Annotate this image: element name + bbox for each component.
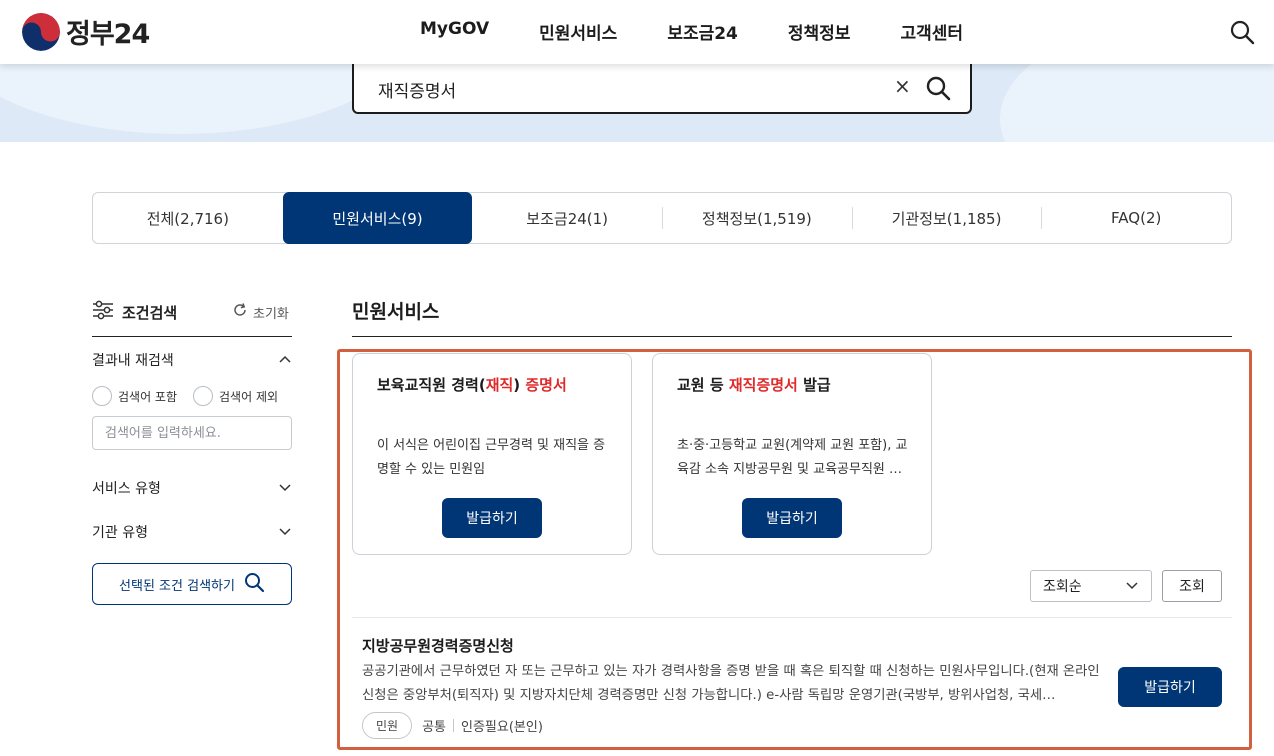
radio-exclude-circle[interactable] [193,386,214,406]
filter-sliders-icon [92,300,114,324]
apply-filter-button[interactable]: 선택된 조건 검색하기 [92,563,292,605]
site-logo[interactable]: 정부24 [22,12,150,51]
nav-policy-info[interactable]: 정책정보 [788,19,851,44]
main-nav: MyGOV 민원서비스 보조금24 정책정보 고객센터 [420,19,963,44]
filter-title: 조건검색 [92,300,177,324]
tab-subsidy24[interactable]: 보조금24(1) [472,193,662,243]
nav-mygov[interactable]: MyGOV [420,19,489,44]
radio-include-label: 검색어 포함 [118,389,178,404]
clear-icon[interactable]: × [894,74,911,98]
agency-type-toggle[interactable]: 기관 유형 [92,522,292,542]
section-divider [352,336,1232,337]
section-title: 민원서비스 [352,301,440,323]
chevron-up-icon [278,352,292,368]
reset-button[interactable]: 초기화 [232,302,289,322]
search-icon [243,571,265,597]
hero-decoration [1000,64,1274,142]
result-tabs: 전체(2,716) 민원서비스(9) 보조금24(1) 정책정보(1,519) … [92,192,1232,244]
nav-customer-center[interactable]: 고객센터 [900,19,963,44]
nav-subsidy24[interactable]: 보조금24 [667,19,738,44]
refresh-icon [232,302,248,322]
agency-type-label: 기관 유형 [92,525,148,541]
tab-all[interactable]: 전체(2,716) [93,193,283,243]
sidebar-divider [92,336,292,337]
chevron-down-icon [278,480,292,496]
radio-exclude[interactable]: 검색어 제외 [193,386,278,406]
search-input[interactable]: 재직증명서 [378,77,456,102]
taegeuk-logo-icon [22,12,60,51]
service-type-label: 서비스 유형 [92,481,161,497]
radio-exclude-label: 검색어 제외 [219,389,279,404]
tab-policy-info[interactable]: 정책정보(1,519) [662,193,852,243]
search-submit-icon[interactable] [924,74,952,102]
filter-title-label: 조건검색 [122,303,178,322]
radio-include-circle[interactable] [92,386,112,406]
keyword-mode-radios: 검색어 포함 검색어 제외 [92,386,278,406]
nav-civil-service[interactable]: 민원서비스 [539,19,617,44]
reset-label: 초기화 [253,306,289,322]
site-header: 정부24 MyGOV 민원서비스 보조금24 정책정보 고객센터 [0,0,1274,64]
tab-faq[interactable]: FAQ(2) [1041,193,1231,243]
logo-text: 정부24 [66,19,150,50]
tab-civil-service[interactable]: 민원서비스(9) [282,192,473,244]
annotation-highlight-box [337,349,1252,750]
tab-agency-info[interactable]: 기관정보(1,185) [851,193,1042,243]
service-type-toggle[interactable]: 서비스 유형 [92,478,292,498]
refine-search-label: 결과내 재검색 [92,353,174,369]
radio-include[interactable]: 검색어 포함 [92,386,177,406]
refine-search-toggle[interactable]: 결과내 재검색 [92,350,292,370]
apply-filter-label: 선택된 조건 검색하기 [119,578,235,594]
refine-search-input[interactable] [92,416,292,450]
chevron-down-icon [278,524,292,540]
search-icon[interactable] [1228,18,1256,46]
search-box[interactable]: 재직증명서 × [352,64,972,114]
